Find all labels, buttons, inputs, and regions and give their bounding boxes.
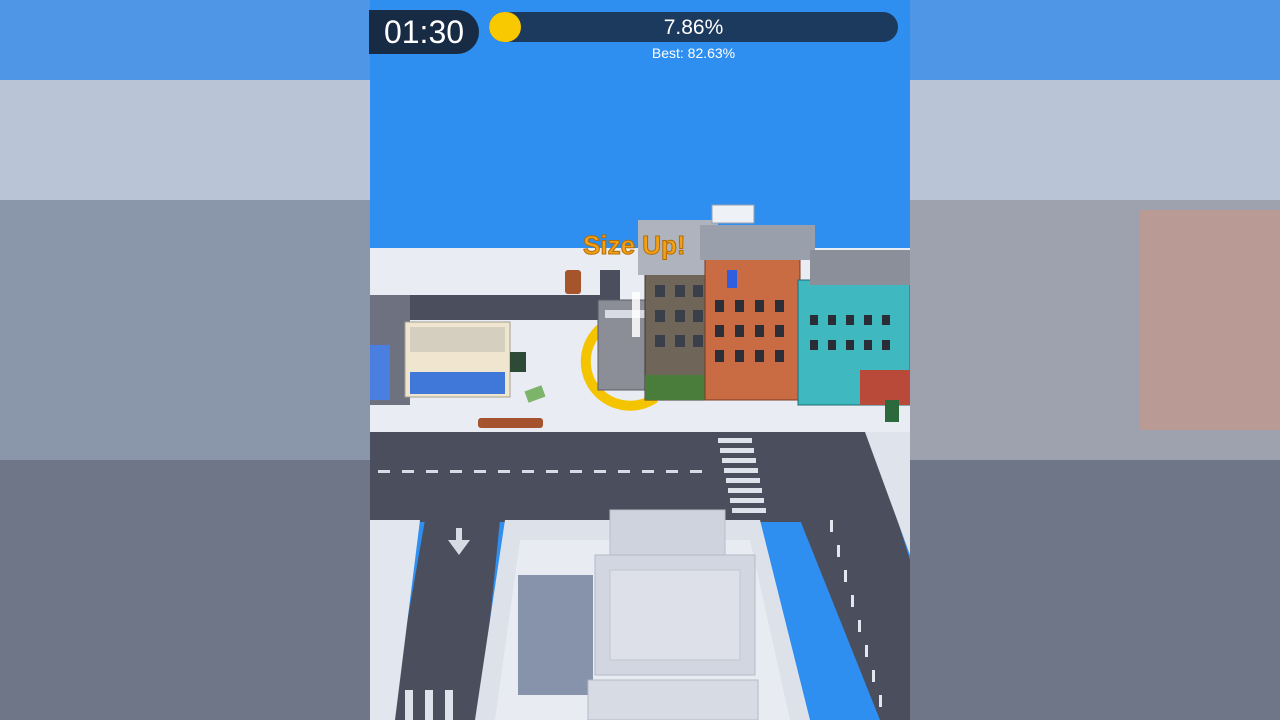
city-scene[interactable]	[370, 0, 910, 720]
street-trash-bin	[885, 400, 899, 422]
trash-bin	[510, 352, 526, 372]
best-score: Best: 82.63%	[651, 45, 736, 61]
progress-label: 7.86%	[663, 16, 724, 39]
blurred-background-right	[910, 0, 1280, 720]
wreckage	[478, 418, 543, 428]
blurred-background-left	[0, 0, 370, 720]
rooftop-billboard	[711, 204, 755, 224]
timer: 01:30	[369, 10, 479, 54]
progress-bar: 7.86%	[489, 12, 898, 42]
parked-car	[565, 270, 581, 294]
glass-roof	[518, 575, 593, 695]
game-viewport[interactable]	[370, 0, 910, 720]
size-up-popup: Size Up!	[583, 230, 687, 261]
roof-structure-top	[609, 509, 726, 556]
